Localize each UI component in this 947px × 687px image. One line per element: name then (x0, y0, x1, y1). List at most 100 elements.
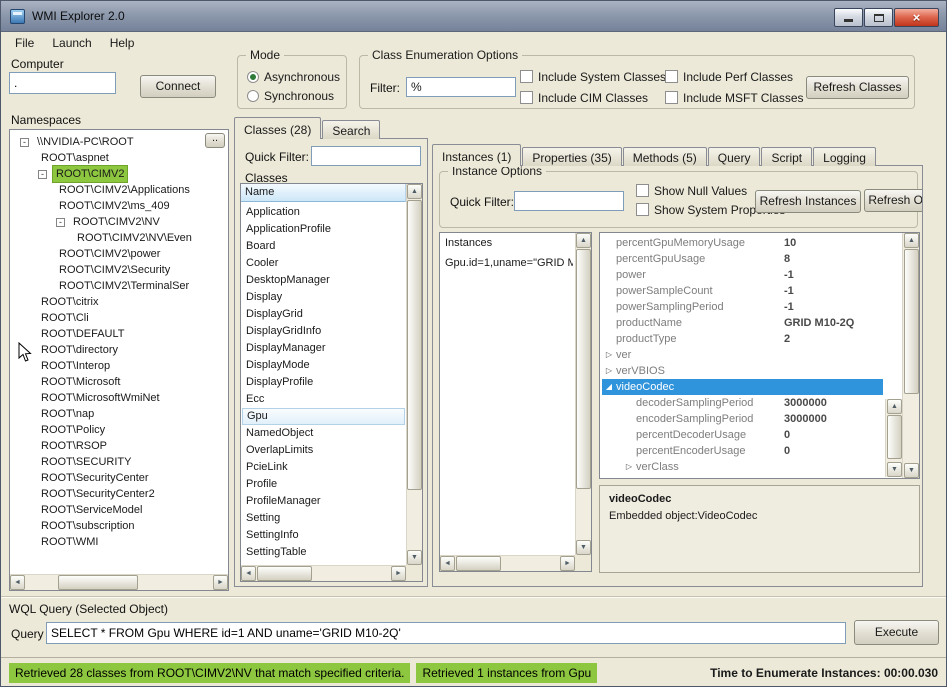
namespace-node[interactable]: ROOT\SecurityCenter2 (12, 486, 226, 502)
class-item[interactable]: DisplayProfile (242, 374, 405, 391)
namespace-node[interactable]: ROOT\Microsoft (12, 374, 226, 390)
tab-classes-28[interactable]: Classes (28) (234, 117, 321, 139)
property-row[interactable]: powerSamplingPeriod-1 (602, 299, 883, 315)
menu-item-help[interactable]: Help (101, 33, 144, 53)
refresh-classes-button[interactable]: Refresh Classes (806, 76, 909, 99)
namespace-node[interactable]: ROOT\Interop (12, 358, 226, 374)
checkbox-include-msft-classes[interactable]: Include MSFT Classes (665, 88, 810, 107)
scroll-left-icon[interactable]: ◄ (10, 575, 25, 590)
propgrid-vscrollbar[interactable]: ▲ ▼ (902, 233, 919, 478)
class-item[interactable]: DisplayGrid (242, 306, 405, 323)
expand-icon[interactable]: ▷ (602, 347, 616, 363)
close-button[interactable]: × (894, 8, 939, 27)
class-item[interactable]: DisplayMode (242, 357, 405, 374)
name-column-header[interactable]: Name (241, 184, 406, 202)
classes-vscrollbar[interactable]: ▲ ▼ (406, 184, 422, 565)
tree-hscrollbar[interactable]: ◄ ► (10, 574, 228, 590)
namespace-node[interactable]: ROOT\CIMV2\Security (12, 262, 226, 278)
namespace-node[interactable]: ROOT\citrix (12, 294, 226, 310)
mode-radio-synchronous[interactable]: Synchronous (247, 86, 340, 105)
property-row[interactable]: ▷verClass (602, 459, 883, 475)
property-row[interactable]: percentDecoderUsage0 (602, 427, 883, 443)
maximize-button[interactable] (864, 8, 893, 27)
menu-item-launch[interactable]: Launch (43, 33, 100, 53)
tab-properties-35[interactable]: Properties (35) (522, 147, 621, 166)
class-item[interactable]: OverlapLimits (242, 442, 405, 459)
expand-icon[interactable]: ▷ (622, 459, 636, 475)
property-row[interactable]: percentEncoderUsage0 (602, 443, 883, 459)
property-row[interactable]: ▷verVBIOS (602, 363, 883, 379)
namespace-node[interactable]: ROOT\DEFAULT (12, 326, 226, 342)
scroll-up-icon[interactable]: ▲ (407, 184, 422, 199)
namespace-node[interactable]: ROOT\SecurityCenter (12, 470, 226, 486)
class-item[interactable]: Board (242, 238, 405, 255)
classes-hscrollbar[interactable]: ◄ ► (241, 565, 406, 581)
class-item[interactable]: NamedObject (242, 425, 405, 442)
tree-collapse-icon[interactable]: - (38, 170, 47, 179)
classes-quick-filter-input[interactable] (311, 146, 421, 166)
refresh-object-button[interactable]: Refresh Ob (864, 189, 923, 212)
scroll-up-icon[interactable]: ▲ (904, 233, 919, 248)
tab-logging[interactable]: Logging (813, 147, 876, 166)
namespace-node[interactable]: -ROOT\CIMV2 (12, 166, 226, 182)
expand-icon[interactable]: ▷ (602, 363, 616, 379)
checkbox-include-system-classes[interactable]: Include System Classes (520, 67, 665, 86)
collapse-icon[interactable]: ◢ (602, 379, 616, 395)
property-row[interactable]: powerSampleCount-1 (602, 283, 883, 299)
namespace-node[interactable]: ROOT\aspnet (12, 150, 226, 166)
scroll-right-icon[interactable]: ► (560, 556, 575, 571)
classes-hscroll-thumb[interactable] (257, 566, 312, 581)
instances-vscroll-thumb[interactable] (576, 249, 591, 489)
property-row[interactable]: ◢videoCodec (602, 379, 883, 395)
class-item[interactable]: ProfileManager (242, 493, 405, 510)
property-row[interactable]: decoderSamplingPeriod3000000 (602, 395, 883, 411)
tree-collapse-icon[interactable]: - (56, 218, 65, 227)
namespace-node[interactable]: ROOT\CIMV2\NV\Even (12, 230, 226, 246)
scroll-down-icon[interactable]: ▼ (576, 540, 591, 555)
namespace-node[interactable]: ROOT\Policy (12, 422, 226, 438)
inst-quick-filter-input[interactable] (514, 191, 624, 211)
scroll-right-icon[interactable]: ► (213, 575, 228, 590)
namespace-node[interactable]: ROOT\nap (12, 406, 226, 422)
namespace-node[interactable]: ROOT\Cli (12, 310, 226, 326)
tree-corner-button[interactable]: .. (205, 133, 225, 148)
tab-query[interactable]: Query (708, 147, 761, 166)
class-item[interactable]: SettingInfo (242, 527, 405, 544)
class-item[interactable]: SettingTable (242, 544, 405, 561)
instances-hscrollbar[interactable]: ◄ ► (440, 555, 575, 571)
scroll-left-icon[interactable]: ◄ (440, 556, 455, 571)
computer-input[interactable] (9, 72, 116, 94)
class-item[interactable]: Profile (242, 476, 405, 493)
tree-collapse-icon[interactable]: - (20, 138, 29, 147)
filter-input[interactable]: % (406, 77, 516, 97)
instance-item[interactable]: Gpu.id=1,uname="GRID M10 (445, 255, 573, 271)
tab-script[interactable]: Script (761, 147, 812, 166)
namespace-node[interactable]: ROOT\ServiceModel (12, 502, 226, 518)
checkbox-include-perf-classes[interactable]: Include Perf Classes (665, 67, 810, 86)
namespace-node[interactable]: ROOT\CIMV2\TerminalSer (12, 278, 226, 294)
namespace-node[interactable]: ROOT\directory (12, 342, 226, 358)
class-item[interactable]: DisplayManager (242, 340, 405, 357)
connect-button[interactable]: Connect (140, 75, 216, 98)
class-item[interactable]: DesktopManager (242, 272, 405, 289)
scroll-down-icon[interactable]: ▼ (887, 462, 902, 477)
instances-vscrollbar[interactable]: ▲ ▼ (575, 233, 591, 555)
namespace-node[interactable]: -\\NVIDIA-PC\ROOT (12, 134, 226, 150)
class-item[interactable]: Cooler (242, 255, 405, 272)
namespace-node[interactable]: ROOT\RSOP (12, 438, 226, 454)
class-item[interactable]: ApplicationProfile (242, 221, 405, 238)
property-row[interactable]: productType2 (602, 331, 883, 347)
property-row[interactable]: percentGpuUsage8 (602, 251, 883, 267)
namespace-node[interactable]: ROOT\SECURITY (12, 454, 226, 470)
property-row[interactable]: ▷ver (602, 347, 883, 363)
class-item[interactable]: Display (242, 289, 405, 306)
class-item[interactable]: Setting (242, 510, 405, 527)
execute-button[interactable]: Execute (854, 620, 939, 645)
nested-vscroll-thumb[interactable] (887, 415, 902, 459)
scroll-up-icon[interactable]: ▲ (887, 399, 902, 414)
minimize-button[interactable] (834, 8, 863, 27)
tab-search[interactable]: Search (322, 120, 380, 139)
class-item[interactable]: Gpu (242, 408, 405, 425)
nested-vscrollbar[interactable]: ▲ ▼ (885, 399, 902, 477)
namespace-node[interactable]: ROOT\MicrosoftWmiNet (12, 390, 226, 406)
